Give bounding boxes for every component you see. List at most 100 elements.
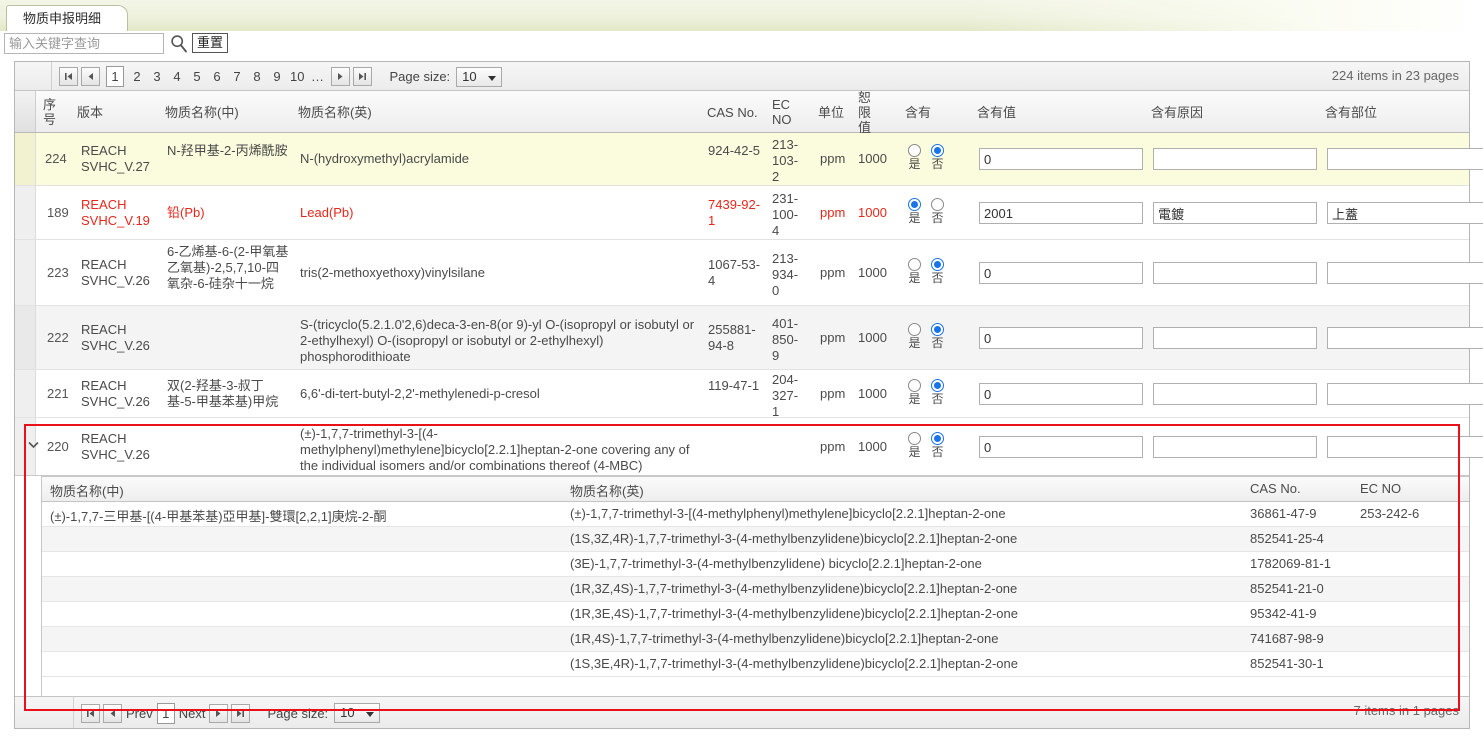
pager-page-3[interactable]: 3 (150, 67, 164, 86)
radio-label-yes: 是 (908, 336, 921, 350)
sub-col-header-name-en[interactable]: 物质名称(英) (570, 481, 644, 500)
search-input[interactable] (4, 33, 164, 54)
sub-col-header-cas[interactable]: CAS No. (1250, 481, 1301, 496)
pager-page-10[interactable]: 10 (290, 67, 304, 86)
cell-limit: 1000 (858, 151, 887, 166)
contain-part-input[interactable] (1327, 327, 1483, 349)
col-header-contain-value[interactable]: 含有值 (977, 91, 1127, 133)
pager-ellipsis[interactable]: … (310, 67, 324, 86)
contain-value-input[interactable] (979, 436, 1143, 458)
pager-page-8[interactable]: 8 (250, 67, 264, 86)
contain-radio-group[interactable]: 是 否 (908, 323, 944, 350)
radio-yes[interactable]: 是 (908, 323, 921, 350)
pager-page-4[interactable]: 4 (170, 67, 184, 86)
radio-no[interactable]: 否 (931, 198, 944, 225)
sub-col-header-name-cn[interactable]: 物质名称(中) (50, 481, 124, 500)
col-header-seq[interactable]: 序号 (37, 91, 71, 133)
pager-page-6[interactable]: 6 (210, 67, 224, 86)
pager-page-9[interactable]: 9 (270, 67, 284, 86)
table-row[interactable]: 223 REACH SVHC_V.26 6-乙烯基-6-(2-甲氧基乙氧基)-2… (15, 240, 1483, 306)
contain-radio-group[interactable]: 是 否 (908, 432, 944, 459)
radio-yes[interactable]: 是 (908, 258, 921, 285)
bottom-page-size-select[interactable]: 10 (334, 703, 381, 723)
contain-reason-input[interactable] (1153, 383, 1317, 405)
col-header-name-en[interactable]: 物质名称(英) (298, 91, 698, 133)
radio-yes[interactable]: 是 (908, 379, 921, 406)
contain-reason-input[interactable] (1153, 202, 1317, 224)
bottom-pager-first-button[interactable] (81, 703, 100, 723)
subgrid-row[interactable]: (±)-1,7,7-三甲基-[(4-甲基苯基)亞甲基]-雙環[2,2,1]庚烷-… (42, 502, 1469, 527)
cell-name-cn: 铅(Pb) (167, 205, 205, 220)
col-header-ec[interactable]: EC NO (772, 91, 808, 133)
page-size-select[interactable]: 10 (456, 66, 503, 87)
table-row[interactable]: 222 REACH SVHC_V.26 S-(tricyclo(5.2.1.0'… (15, 306, 1483, 370)
contain-value-input[interactable] (979, 148, 1143, 170)
contain-radio-group[interactable]: 是 否 (908, 144, 944, 171)
col-header-cas[interactable]: CAS No. (707, 91, 769, 133)
bottom-pager-prev-button[interactable] (103, 703, 122, 723)
contain-part-input[interactable] (1327, 148, 1483, 170)
bottom-pager-last-button[interactable] (231, 703, 251, 723)
contain-reason-input[interactable] (1153, 327, 1317, 349)
pager-first-button[interactable] (59, 67, 78, 86)
radio-no[interactable]: 否 (931, 432, 944, 459)
contain-value-input[interactable] (979, 327, 1143, 349)
row-grip (15, 370, 36, 417)
contain-radio-group[interactable]: 是 否 (908, 258, 944, 285)
tab-substance-declaration-detail[interactable]: 物质申报明细 (6, 5, 129, 31)
col-header-contain-reason[interactable]: 含有原因 (1151, 91, 1301, 133)
radio-no[interactable]: 否 (931, 323, 944, 350)
pager-last-button[interactable] (353, 67, 373, 86)
pager-page-2[interactable]: 2 (130, 67, 144, 86)
pager-page-1[interactable]: 1 (106, 66, 124, 87)
col-header-unit[interactable]: 单位 (818, 91, 854, 133)
subgrid-row[interactable]: (1S,3E,4R)-1,7,7-trimethyl-3-(4-methylbe… (42, 652, 1469, 677)
contain-part-input[interactable] (1327, 262, 1483, 284)
contain-part-input[interactable] (1327, 202, 1483, 224)
pager-page-5[interactable]: 5 (190, 67, 204, 86)
sub-col-header-ec[interactable]: EC NO (1360, 481, 1401, 496)
contain-value-input[interactable] (979, 383, 1143, 405)
contain-radio-group[interactable]: 是 否 (908, 198, 944, 225)
subgrid-row[interactable]: (1R,4S)-1,7,7-trimethyl-3-(4-methylbenzy… (42, 627, 1469, 652)
col-header-limit[interactable]: 恕限值 (858, 90, 890, 135)
reset-button[interactable]: 重置 (192, 33, 229, 53)
contain-reason-input[interactable] (1153, 262, 1317, 284)
contain-radio-group[interactable]: 是 否 (908, 379, 944, 406)
search-icon[interactable] (170, 34, 188, 53)
contain-value-input[interactable] (979, 202, 1143, 224)
pager-next-button[interactable] (331, 67, 351, 86)
radio-no[interactable]: 否 (931, 144, 944, 171)
subgrid-row[interactable]: (1R,3E,4S)-1,7,7-trimethyl-3-(4-methylbe… (42, 602, 1469, 627)
contain-part-input[interactable] (1327, 436, 1483, 458)
radio-no[interactable]: 否 (931, 379, 944, 406)
col-header-contain[interactable]: 含有 (905, 91, 953, 133)
table-row-expanded[interactable]: 220 REACH SVHC_V.26 (±)-1,7,7-trimethyl-… (15, 418, 1483, 476)
pager-prev-button[interactable] (81, 67, 100, 86)
radio-yes[interactable]: 是 (908, 144, 921, 171)
row-grip (15, 240, 36, 305)
table-row[interactable]: 189 REACH SVHC_V.19 铅(Pb) Lead(Pb) 7439-… (15, 186, 1483, 240)
contain-reason-input[interactable] (1153, 436, 1317, 458)
radio-yes[interactable]: 是 (908, 432, 921, 459)
contain-part-input[interactable] (1327, 383, 1483, 405)
bottom-pager-next-label[interactable]: Next (179, 706, 206, 721)
contain-reason-input[interactable] (1153, 148, 1317, 170)
chevron-down-icon[interactable] (27, 440, 40, 453)
contain-value-input[interactable] (979, 262, 1143, 284)
radio-yes[interactable]: 是 (908, 198, 921, 225)
subgrid-row[interactable]: (3E)-1,7,7-trimethyl-3-(4-methylbenzylid… (42, 552, 1469, 577)
subgrid-row[interactable]: (1S,3Z,4R)-1,7,7-trimethyl-3-(4-methylbe… (42, 527, 1469, 552)
bottom-pager-prev-label[interactable]: Prev (126, 706, 153, 721)
pager-page-7[interactable]: 7 (230, 67, 244, 86)
col-header-version[interactable]: 版本 (77, 91, 161, 133)
subgrid-row[interactable]: (1R,3Z,4S)-1,7,7-trimethyl-3-(4-methylbe… (42, 577, 1469, 602)
table-row[interactable]: 224 REACH SVHC_V.27 N-羟甲基-2-丙烯酰胺 N-(hydr… (15, 133, 1483, 186)
table-row[interactable]: 221 REACH SVHC_V.26 双(2-羟基-3-叔丁基-5-甲基苯基)… (15, 370, 1483, 419)
col-header-contain-part[interactable]: 含有部位 (1325, 91, 1475, 133)
col-header-name-cn[interactable]: 物质名称(中) (165, 91, 295, 133)
cell-name-cn: N-羟甲基-2-丙烯酰胺 (167, 143, 288, 158)
bottom-pager-page-1[interactable]: 1 (156, 702, 175, 724)
radio-no[interactable]: 否 (931, 258, 944, 285)
bottom-pager-next-button[interactable] (209, 703, 229, 723)
